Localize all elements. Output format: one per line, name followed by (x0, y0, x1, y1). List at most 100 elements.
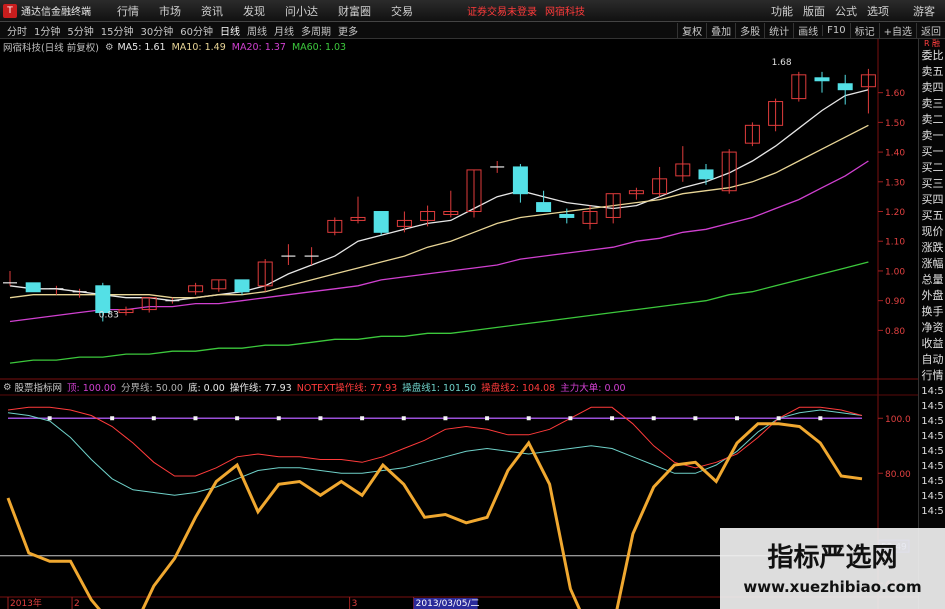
top-marker (235, 416, 240, 421)
sidebar-item[interactable]: 买五 (919, 208, 945, 224)
menu-item-trade[interactable]: 交易 (391, 3, 413, 19)
period-weekly[interactable]: 周线 (247, 23, 267, 38)
top-marker (193, 416, 198, 421)
sidebar-item[interactable]: 14:5 (919, 444, 945, 459)
period-more[interactable]: 更多 (338, 23, 358, 38)
overlay-button[interactable]: 叠加 (706, 23, 735, 38)
add-watchlist-button[interactable]: +自选 (878, 23, 916, 38)
period-60min[interactable]: 60分钟 (180, 23, 213, 38)
menu-function[interactable]: 功能 (771, 3, 793, 19)
draw-line-button[interactable]: 画线 (793, 23, 822, 38)
menu-item-wealth[interactable]: 财富圈 (338, 3, 371, 19)
period-30min[interactable]: 30分钟 (140, 23, 173, 38)
sidebar-item[interactable]: 外盘 (919, 288, 945, 304)
trade-login-notice[interactable]: 证券交易未登录 (467, 3, 537, 18)
top-marker (651, 416, 656, 421)
period-1min[interactable]: 1分钟 (34, 23, 60, 38)
top-marker (776, 416, 781, 421)
price-tick-label: 0.90 (885, 297, 905, 307)
sidebar-item[interactable]: 净资 (919, 320, 945, 336)
sidebar-item[interactable]: 总量 (919, 272, 945, 288)
sidebar-item[interactable]: 自动 (919, 352, 945, 368)
statistics-button[interactable]: 统计 (764, 23, 793, 38)
sidebar-item[interactable]: 买四 (919, 192, 945, 208)
sidebar-item[interactable]: 14:5 (919, 489, 945, 504)
sidebar-item[interactable]: 涨幅 (919, 256, 945, 272)
sidebar-item[interactable]: 买一 (919, 144, 945, 160)
price-annotation: 0.83 (99, 310, 119, 320)
x-label: 2013/03/05/二 (416, 599, 480, 609)
sidebar-item[interactable]: 买三 (919, 176, 945, 192)
sidebar-item[interactable]: 卖二 (919, 112, 945, 128)
watermark-title: 指标严选网 (767, 543, 898, 573)
period-5min[interactable]: 5分钟 (67, 23, 93, 38)
ind-notext-operation: NOTEXT操作线: 77.93 (296, 383, 398, 394)
menu-item-market[interactable]: 市场 (159, 3, 181, 19)
sidebar-item[interactable]: 14:5 (919, 384, 945, 399)
menu-item-quotes[interactable]: 行情 (117, 3, 139, 19)
ind-tick-label: 100.0 (885, 415, 911, 425)
price-annotations: 1.68 0.83 (99, 58, 792, 321)
indicator-name: 股票指标网 (14, 383, 63, 394)
candle-body (95, 285, 111, 314)
stock-title: 网宿科技(日线 前复权) (3, 43, 99, 54)
price-tick-label: 1.30 (885, 178, 905, 188)
indicator-line (7, 409, 863, 496)
sidebar-item[interactable]: 卖三 (919, 96, 945, 112)
period-intraday[interactable]: 分时 (7, 23, 27, 38)
sidebar-item[interactable]: 14:5 (919, 504, 945, 519)
x-label: 2 (74, 599, 80, 609)
x-axis-labels: 2013年 2 3 2013/03/05/二 (7, 597, 480, 609)
sidebar-item[interactable]: 行情 (919, 368, 945, 384)
guest-account[interactable]: 游客 (913, 3, 935, 19)
sidebar-item[interactable]: 14:5 (919, 474, 945, 489)
restore-right-button[interactable]: 复权 (677, 23, 706, 38)
candle-body (25, 282, 41, 293)
sidebar-item[interactable]: 卖一 (919, 128, 945, 144)
back-button[interactable]: 返回 (916, 23, 945, 38)
menu-item-news[interactable]: 资讯 (201, 3, 223, 19)
sidebar-item[interactable]: 委比 (919, 48, 945, 64)
menu-item-ask[interactable]: 问小达 (285, 3, 318, 19)
sidebar-item[interactable]: 14:5 (919, 429, 945, 444)
sidebar-item[interactable]: 换手 (919, 304, 945, 320)
sidebar-item[interactable]: 涨跌 (919, 240, 945, 256)
multi-stock-button[interactable]: 多股 (735, 23, 764, 38)
period-15min[interactable]: 15分钟 (101, 23, 134, 38)
period-monthly[interactable]: 月线 (274, 23, 294, 38)
price-tick-label: 1.10 (885, 238, 905, 248)
chart-canvas[interactable]: 1.60 1.50 1.40 1.30 1.20 1.10 1.00 0.90 0.80 1.6… (0, 39, 918, 609)
price-tick-label: 1.00 (885, 267, 905, 277)
top-marker (818, 416, 823, 421)
top-marker (485, 416, 490, 421)
sidebar-item[interactable]: 14:5 (919, 414, 945, 429)
menu-item-discover[interactable]: 发现 (243, 3, 265, 19)
ind-divider: 分界线: 50.00 (121, 383, 183, 394)
price-annotation: 1.68 (772, 58, 792, 68)
sidebar-item[interactable]: 卖五 (919, 64, 945, 80)
settings-icon[interactable]: ⚙ (3, 382, 12, 393)
settings-icon[interactable]: ⚙ (105, 42, 114, 53)
menu-formula[interactable]: 公式 (835, 3, 857, 19)
sidebar-item[interactable]: 现价 (919, 224, 945, 240)
menu-layout[interactable]: 版面 (803, 3, 825, 19)
sidebar-list: 委比 卖五 卖四 卖三 卖二 卖一 买一 买二 买三 买四 买五 现价 涨跌 涨幅 总量 外盘 换手 净资 收益 自动… (919, 48, 945, 519)
menu-options[interactable]: 选项 (867, 3, 889, 19)
sidebar-item[interactable]: 买二 (919, 160, 945, 176)
ind-bottom: 底: 0.00 (187, 383, 225, 394)
price-tick-label: 1.50 (885, 119, 905, 129)
sidebar-item[interactable]: 收益 (919, 336, 945, 352)
x-label: 3 (352, 599, 358, 609)
mark-button[interactable]: 标记 (849, 23, 879, 38)
app-title: 通达信金融终端 (21, 7, 91, 18)
period-multi[interactable]: 多周期 (301, 23, 331, 38)
top-marker (443, 416, 448, 421)
sidebar-item[interactable]: 14:5 (919, 399, 945, 414)
sidebar-item[interactable]: 14:5 (919, 459, 945, 474)
sidebar-item[interactable]: 卖四 (919, 80, 945, 96)
quote-sidebar: R 融 委比 卖五 卖四 卖三 卖二 卖一 买一 买二 买三 买四 买五 现价 涨跌 涨幅 总量 外盘 换手 净资… (918, 39, 945, 609)
period-daily[interactable]: 日线 (220, 23, 240, 38)
ind-main-force: 主力大单: 0.00 (560, 383, 626, 394)
period-toolbar: 分时 1分钟 5分钟 15分钟 30分钟 60分钟 日线 周线 月线 多周期 更… (0, 22, 945, 39)
f10-button[interactable]: F10 (822, 25, 849, 36)
